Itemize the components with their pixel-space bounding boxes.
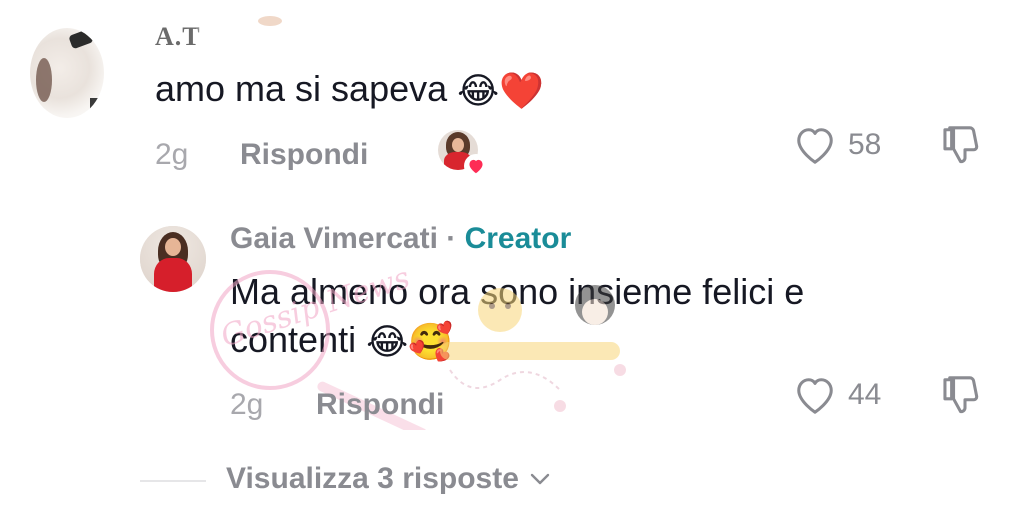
- creator-username[interactable]: Gaia Vimercati: [230, 222, 438, 255]
- comment-text: amo ma si sapeva: [155, 68, 448, 109]
- reply-timestamp: 2g: [230, 388, 264, 421]
- liked-by-creator-indicator: [438, 130, 488, 178]
- username-blur-overlay: [196, 28, 256, 48]
- creator-avatar[interactable]: [140, 226, 206, 292]
- smiling-hearts-emoji: 🥰: [408, 321, 454, 363]
- username-separator: ·: [437, 222, 465, 255]
- heart-badge-icon: [464, 154, 488, 178]
- laughing-emoji: 😂: [457, 70, 500, 112]
- comment-timestamp: 2g: [155, 138, 189, 171]
- view-replies-label: Visualizza 3 risposte: [226, 462, 519, 495]
- decorative-blob: [258, 16, 282, 26]
- like-heart-icon[interactable]: [792, 124, 838, 171]
- like-count: 44: [848, 378, 882, 411]
- like-count: 58: [848, 128, 882, 161]
- commenter-username[interactable]: A.T: [155, 22, 201, 52]
- reply-username-row: Gaia Vimercati · Creator: [230, 222, 571, 256]
- chevron-down-icon: [530, 473, 550, 485]
- thumbs-down-icon[interactable]: [942, 374, 988, 421]
- red-heart-emoji: ❤️: [499, 70, 545, 112]
- thumbs-down-icon[interactable]: [942, 124, 988, 171]
- comment-text-row: amo ma si sapeva 😂❤️: [155, 68, 544, 112]
- reply-text-row: Ma almeno ora sono insieme felici e cont…: [230, 268, 930, 366]
- view-replies-button[interactable]: Visualizza 3 risposte: [226, 462, 551, 496]
- commenter-avatar[interactable]: [30, 28, 104, 118]
- divider: [140, 480, 206, 482]
- reply-text: Ma almeno ora sono insieme felici e cont…: [230, 271, 805, 360]
- reply-button[interactable]: Rispondi: [240, 138, 368, 172]
- like-heart-icon[interactable]: [792, 374, 838, 421]
- creator-badge: Creator: [464, 222, 572, 255]
- laughing-emoji: 😂: [366, 321, 409, 363]
- reply-button[interactable]: Rispondi: [316, 388, 444, 422]
